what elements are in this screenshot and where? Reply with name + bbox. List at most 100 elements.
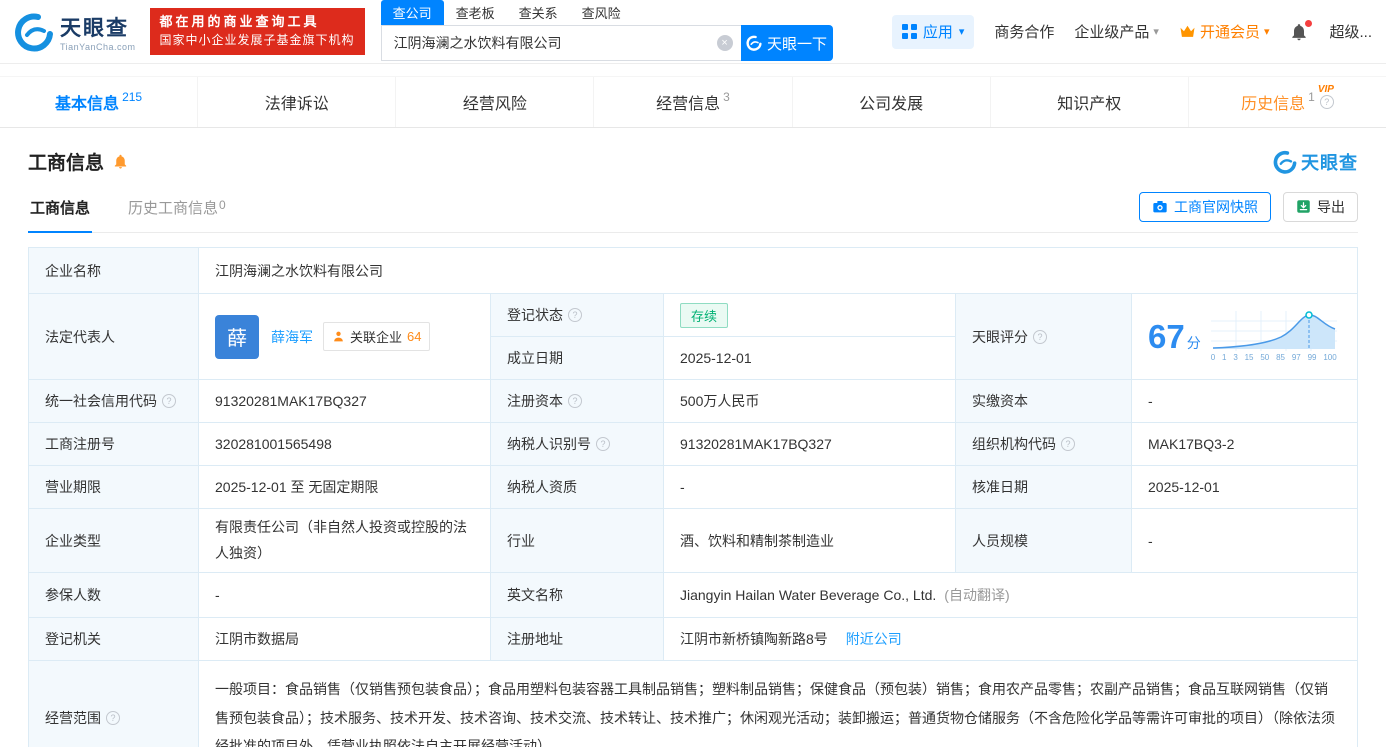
related-companies-icon <box>332 330 345 343</box>
help-icon[interactable]: ? <box>568 308 582 322</box>
search-tab-boss[interactable]: 查老板 <box>444 0 507 25</box>
related-companies-badge[interactable]: 关联企业 64 <box>323 322 430 351</box>
staff-size-label: 人员规模 <box>956 509 1132 573</box>
company-type-value: 有限责任公司（非自然人投资或控股的法人独资） <box>199 509 491 573</box>
notification-dot <box>1305 20 1312 27</box>
legal-rep-avatar[interactable]: 薛 <box>215 315 259 359</box>
tab-company-development-label: 公司发展 <box>859 90 923 114</box>
promo-banner-line2: 国家中小企业发展子基金旗下机构 <box>160 32 355 49</box>
related-companies-count: 64 <box>407 329 421 344</box>
promo-banner: 都在用的商业查询工具 国家中小企业发展子基金旗下机构 <box>150 8 365 54</box>
org-code-value: MAK17BQ3-2 <box>1132 423 1358 466</box>
subbar-actions: 工商官网快照 导出 <box>1139 192 1358 232</box>
score-curve-chart <box>1211 311 1337 351</box>
export-button-label: 导出 <box>1317 197 1345 217</box>
tab-intellectual-property[interactable]: 知识产权 <box>991 77 1189 127</box>
business-info-subtabs: 工商信息 历史工商信息0 <box>28 191 228 232</box>
tianyan-score-value[interactable]: 67分 013 155085 <box>1132 294 1358 380</box>
status-badge: 存续 <box>680 303 728 328</box>
search-row: × 天眼一下 <box>381 25 833 61</box>
logo-domain-text: TianYanCha.com <box>60 42 136 52</box>
taxpayer-id-label: 纳税人识别号? <box>491 423 664 466</box>
search-tab-risk[interactable]: 查风险 <box>570 0 633 25</box>
tab-history-info[interactable]: VIP 历史信息 1 ? <box>1189 77 1386 127</box>
link-open-membership[interactable]: 开通会员 ▾ <box>1179 21 1270 42</box>
link-enterprise-products-label: 企业级产品 <box>1074 21 1149 42</box>
help-icon[interactable]: ? <box>596 437 610 451</box>
tab-basic-info-label: 基本信息 <box>55 90 119 114</box>
vip-badge: VIP <box>1318 84 1334 95</box>
apps-button[interactable]: 应用 ▾ <box>892 15 975 49</box>
reg-capital-value: 500万人民币 <box>664 380 956 423</box>
tab-basic-info[interactable]: 基本信息 215 <box>0 77 198 127</box>
search-tabs: 查公司 查老板 查关系 查风险 <box>381 2 833 25</box>
subtab-business-info[interactable]: 工商信息 <box>28 191 92 233</box>
english-name-value: Jiangyin Hailan Water Beverage Co., Ltd.… <box>664 573 1358 618</box>
crown-icon <box>1179 25 1196 39</box>
official-snapshot-button-label: 工商官网快照 <box>1174 197 1258 217</box>
header-gap <box>0 64 1386 76</box>
reg-number-label: 工商注册号 <box>29 423 199 466</box>
help-icon[interactable]: ? <box>1061 437 1075 451</box>
reg-capital-label: 注册资本? <box>491 380 664 423</box>
caret-down-icon: ▾ <box>1264 25 1270 38</box>
snapshot-camera-icon <box>1152 199 1168 215</box>
tab-operating-info[interactable]: 经营信息 3 <box>594 77 792 127</box>
tab-company-development[interactable]: 公司发展 <box>793 77 991 127</box>
establish-date-value: 2025-12-01 <box>664 337 956 380</box>
link-super-vip[interactable]: 超级... <box>1329 21 1372 42</box>
establish-date-label: 成立日期 <box>491 337 664 380</box>
search-tab-company[interactable]: 查公司 <box>381 0 444 25</box>
help-icon[interactable]: ? <box>1320 95 1334 109</box>
help-icon[interactable]: ? <box>106 711 120 725</box>
approval-date-value: 2025-12-01 <box>1132 466 1358 509</box>
search-input[interactable] <box>394 35 717 51</box>
legal-rep-name-link[interactable]: 薛海军 <box>271 327 313 347</box>
reg-authority-label: 登记机关 <box>29 618 199 661</box>
section-head: 工商信息 天眼查 <box>28 148 1358 175</box>
help-icon[interactable]: ? <box>568 394 582 408</box>
credit-code-label: 统一社会信用代码? <box>29 380 199 423</box>
search-box: × <box>381 25 741 61</box>
search-button-logo-icon <box>746 35 762 51</box>
subtab-history-label: 历史工商信息 <box>128 200 218 217</box>
tab-operating-risk[interactable]: 经营风险 <box>396 77 594 127</box>
apps-button-label: 应用 <box>923 21 953 42</box>
auto-translate-note: (自动翻译) <box>944 585 1009 605</box>
tianyancha-watermark-icon <box>1273 150 1297 174</box>
search-button[interactable]: 天眼一下 <box>741 25 833 61</box>
company-nav-tabs: 基本信息 215 法律诉讼 经营风险 经营信息 3 公司发展 知识产权 VIP … <box>0 76 1386 128</box>
caret-down-icon: ▾ <box>959 25 965 38</box>
tab-operating-info-count: 3 <box>723 90 730 104</box>
official-snapshot-button[interactable]: 工商官网快照 <box>1139 192 1271 222</box>
org-code-label: 组织机构代码? <box>956 423 1132 466</box>
export-button[interactable]: 导出 <box>1283 192 1358 222</box>
nearby-companies-link[interactable]: 附近公司 <box>846 629 902 649</box>
approval-date-label: 核准日期 <box>956 466 1132 509</box>
subscribe-bell-icon[interactable] <box>112 153 129 170</box>
link-enterprise-products[interactable]: 企业级产品 ▾ <box>1074 21 1159 42</box>
help-icon[interactable]: ? <box>162 394 176 408</box>
reg-address-value: 江阴市新桥镇陶新路8号 附近公司 <box>664 618 1358 661</box>
tianyancha-watermark-text: 天眼查 <box>1301 149 1358 175</box>
tab-legal-proceedings[interactable]: 法律诉讼 <box>198 77 396 127</box>
tab-legal-proceedings-label: 法律诉讼 <box>265 90 329 114</box>
business-term-value: 2025-12-01 至 无固定期限 <box>199 466 491 509</box>
search-area: 查公司 查老板 查关系 查风险 × 天眼一下 <box>381 2 833 61</box>
subtab-history-business-info[interactable]: 历史工商信息0 <box>126 191 228 232</box>
tab-history-info-label: 历史信息 <box>1241 90 1305 114</box>
taxpayer-id-value: 91320281MAK17BQ327 <box>664 423 956 466</box>
legal-rep-label: 法定代表人 <box>29 294 199 380</box>
link-business-cooperation[interactable]: 商务合作 <box>994 21 1054 42</box>
insured-count-label: 参保人数 <box>29 573 199 618</box>
notifications-bell[interactable] <box>1289 22 1309 42</box>
company-type-label: 企业类型 <box>29 509 199 573</box>
tianyancha-logo[interactable]: 天眼查 TianYanCha.com <box>14 12 136 52</box>
logo-brand-text: 天眼查 <box>60 12 136 42</box>
help-icon[interactable]: ? <box>1033 330 1047 344</box>
tianyan-score-label: 天眼评分? <box>956 294 1132 380</box>
clear-search-icon[interactable]: × <box>717 35 733 51</box>
search-tab-relation[interactable]: 查关系 <box>507 0 570 25</box>
apps-grid-icon <box>902 24 917 39</box>
tab-operating-risk-label: 经营风险 <box>463 90 527 114</box>
